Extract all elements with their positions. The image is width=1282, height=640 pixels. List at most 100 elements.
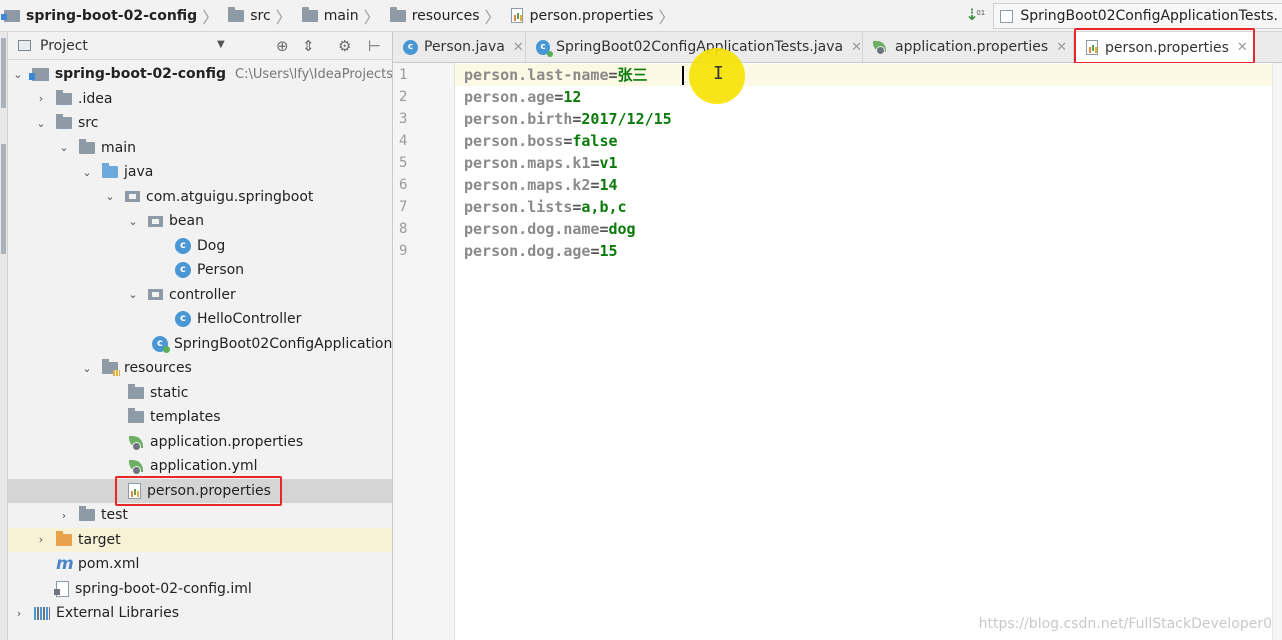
tree-item-application-yml[interactable]: application.yml [8,454,392,479]
tree-item-label: SpringBoot02ConfigApplication [174,335,393,352]
line-number-gutter: 1 2 3 4 5 6 7 8 9 [393,63,455,640]
tree-item-label: pom.xml [78,556,140,573]
tree-item-controller[interactable]: ⌄ controller [8,283,392,308]
folder-icon [301,6,318,22]
tree-item-hello-controller[interactable]: c HelloController [8,307,392,332]
property-value: a,b,c [581,198,627,216]
tree-item-pom[interactable]: m pom.xml [8,552,392,577]
property-value: 14 [599,176,618,194]
tree-item-main[interactable]: ⌄ main [8,136,392,161]
folder-icon [79,138,95,154]
chevron-down-icon[interactable]: ⌄ [12,68,24,81]
folder-icon [128,408,144,424]
breadcrumb-label: person.properties [529,7,654,24]
chevron-right-icon[interactable]: › [34,533,48,546]
chevron-down-icon[interactable]: ⌄ [57,141,71,154]
iml-file-icon [54,580,69,597]
tree-item-module[interactable]: ⌄ spring-boot-02-config C:\Users\lfy\Ide… [8,62,392,87]
tab-person-java[interactable]: c Person.java ✕ [393,32,526,62]
project-panel-title[interactable]: Project [40,38,88,54]
gear-icon[interactable]: ⚙ [338,37,351,55]
tree-item-label: com.atguigu.springboot [146,188,314,205]
vertical-scrollbar[interactable] [1272,63,1282,640]
library-icon [34,606,50,620]
breadcrumb-item-resources[interactable]: resources 〉 [386,0,507,32]
tree-item-person[interactable]: c Person [8,258,392,283]
tree-item-dog[interactable]: c Dog [8,234,392,259]
chevron-right-icon[interactable]: › [57,509,71,522]
close-icon[interactable]: ✕ [513,40,524,55]
property-key: person.lists [464,198,573,216]
tree-item-java[interactable]: ⌄ java [8,160,392,185]
breadcrumb-item-person-properties[interactable]: person.properties 〉 [507,0,681,32]
build-icon[interactable] [963,5,989,26]
class-icon: c [175,237,191,254]
tree-item-resources[interactable]: ⌄ resources [8,356,392,381]
run-configuration-select[interactable]: SpringBoot02ConfigApplicationTests. [993,3,1282,29]
tree-item-static[interactable]: static [8,381,392,406]
tree-item-bean[interactable]: ⌄ bean [8,209,392,234]
chevron-down-icon[interactable]: ▼ [217,39,225,50]
code-editor[interactable]: 1 2 3 4 5 6 7 8 9 person.last-name=张三 pe… [393,48,1282,640]
breadcrumb-label: src [250,7,271,24]
mouse-ibeam-cursor: I [713,63,724,84]
package-icon [148,215,163,227]
property-key: person.boss [464,132,564,150]
code-line: person.dog.age=15 [464,240,618,262]
tab-label: application.properties [895,39,1049,55]
structure-stripe-button[interactable] [1,144,6,254]
run-configuration-label: SpringBoot02ConfigApplicationTests. [1020,8,1278,24]
test-config-icon [1000,9,1014,23]
tree-item-external-libraries[interactable]: › External Libraries [8,601,392,626]
hide-panel-icon[interactable]: ⊢ [368,37,381,55]
tree-item-application-properties[interactable]: application.properties [8,430,392,455]
chevron-down-icon[interactable]: ⌄ [103,190,117,203]
breadcrumb-item-module[interactable]: spring-boot-02-config 〉 [0,0,224,32]
project-stripe-button[interactable] [1,38,6,108]
tree-item-src[interactable]: ⌄ src [8,111,392,136]
tree-item-label: External Libraries [56,605,179,622]
line-number: 1 [399,67,408,83]
chevron-down-icon[interactable]: ⌄ [80,166,94,179]
properties-file-icon [510,8,523,23]
tree-item-templates[interactable]: templates [8,405,392,430]
tree-item-label: controller [169,286,236,303]
tree-item-label: resources [124,360,192,377]
tree-item-iml[interactable]: spring-boot-02-config.iml [8,577,392,602]
property-value: 12 [563,88,582,106]
tree-item-package-root[interactable]: ⌄ com.atguigu.springboot [8,185,392,210]
tree-item-label: static [150,384,189,401]
property-key: person.last-name [464,66,609,84]
highlight-box [1074,28,1255,64]
property-value: dog [608,220,636,238]
chevron-down-icon[interactable]: ⌄ [126,288,140,301]
chevron-down-icon[interactable]: ⌄ [126,215,140,228]
chevron-down-icon[interactable]: ⌄ [80,362,94,375]
breadcrumb-item-main[interactable]: main 〉 [298,0,386,32]
folder-icon [228,6,245,22]
class-icon: c [403,39,418,55]
tree-item-label: application.yml [150,458,258,475]
tree-item-application-class[interactable]: c SpringBoot02ConfigApplication [8,332,393,357]
close-icon[interactable]: ✕ [851,40,862,55]
tree-item-test[interactable]: › test [8,503,392,528]
test-class-icon: c [536,39,554,57]
left-tool-window-stripe [0,32,8,640]
project-tree: ⌄ spring-boot-02-config C:\Users\lfy\Ide… [8,62,393,626]
highlight-box [115,476,282,506]
tree-item-label: Dog [197,237,226,254]
chevron-right-icon[interactable]: › [34,92,48,105]
module-icon [28,67,49,81]
tree-item-label: spring-boot-02-config.iml [75,580,252,597]
close-icon[interactable]: ✕ [1056,40,1067,55]
chevron-down-icon[interactable]: ⌄ [34,117,48,130]
breadcrumb-item-src[interactable]: src 〉 [224,0,297,32]
collapse-all-icon[interactable]: ⇕ [302,37,315,55]
tab-application-properties[interactable]: application.properties ✕ [863,32,1074,62]
tree-item-idea[interactable]: › .idea [8,87,392,112]
chevron-right-icon[interactable]: › [12,607,26,620]
property-key: person.maps.k1 [464,154,591,172]
package-icon [148,289,163,301]
tree-item-target[interactable]: › target [8,527,392,552]
locate-file-icon[interactable]: ⊕ [276,37,289,55]
